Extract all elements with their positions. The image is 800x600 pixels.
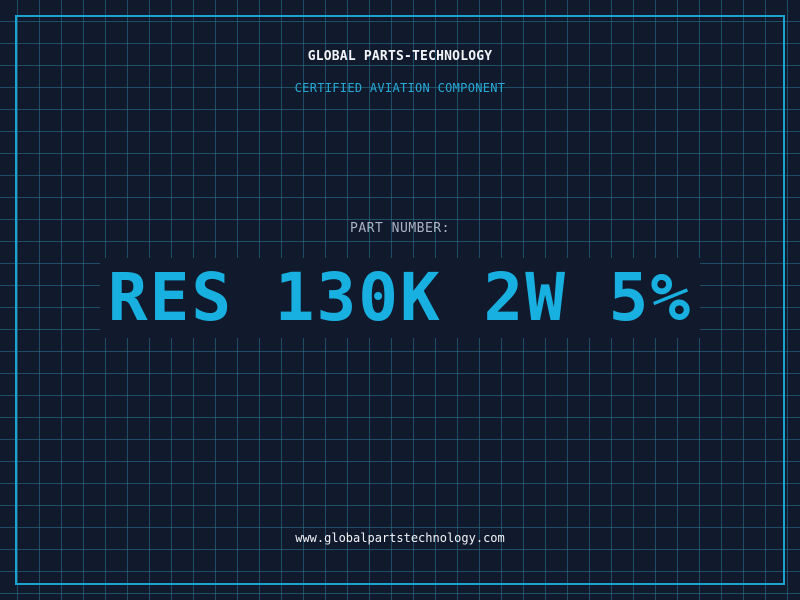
part-number-container: RES 130K 2W 5% <box>0 258 800 338</box>
part-number-value: RES 130K 2W 5% <box>99 258 701 338</box>
company-name: GLOBAL PARTS-TECHNOLOGY <box>307 49 493 64</box>
label-card: GLOBAL PARTS-TECHNOLOGY CERTIFIED AVIATI… <box>0 0 800 600</box>
certification-subtitle: CERTIFIED AVIATION COMPONENT <box>294 81 506 95</box>
website-url: www.globalpartstechnology.com <box>295 531 505 545</box>
part-number-label: PART NUMBER: <box>350 221 450 236</box>
